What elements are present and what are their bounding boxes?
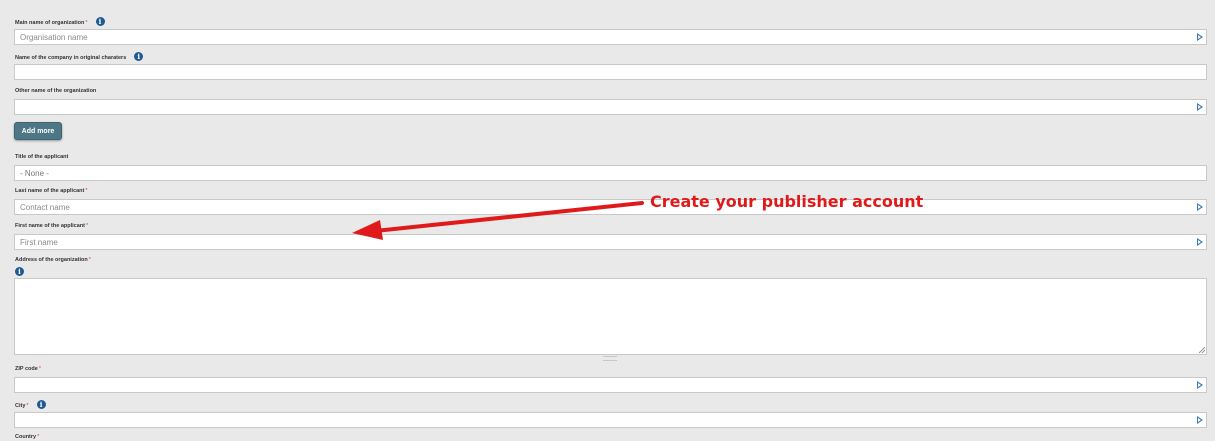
zip-label-text: ZIP code	[15, 366, 38, 372]
address-label-text: Address of the organization	[15, 257, 88, 263]
main-name-input[interactable]	[15, 30, 1190, 44]
original-name-label-text: Name of the company in original charater…	[15, 54, 127, 61]
required-mark: *	[38, 366, 41, 372]
last-name-label-text: Last name of the applicant	[15, 188, 85, 194]
required-mark: *	[26, 402, 29, 409]
last-name-input[interactable]	[15, 200, 1190, 214]
annotation-text: Create your publisher account	[650, 192, 924, 211]
city-input[interactable]	[15, 413, 1190, 427]
required-mark: *	[88, 257, 91, 263]
play-arrow-icon[interactable]	[1197, 33, 1203, 41]
country-label-text: Country	[15, 434, 37, 440]
info-icon[interactable]: i	[15, 267, 24, 276]
city-label: City* i	[15, 400, 46, 410]
city-label-text: City	[15, 402, 26, 409]
title-label: Title of the applicant	[15, 154, 68, 161]
title-label-text: Title of the applicant	[15, 154, 69, 160]
country-label: Country*	[15, 434, 39, 441]
first-name-label: First name of the applicant*	[15, 223, 88, 230]
last-name-label: Last name of the applicant*	[15, 188, 88, 195]
play-arrow-icon[interactable]	[1197, 416, 1203, 424]
required-mark: *	[85, 188, 88, 194]
first-name-label-text: First name of the applicant	[15, 223, 85, 229]
original-name-label: Name of the company in original charater…	[15, 52, 144, 62]
address-textarea[interactable]	[14, 278, 1207, 355]
required-mark: *	[37, 434, 40, 440]
title-select[interactable]: - None -	[14, 165, 1207, 181]
play-arrow-icon[interactable]	[1197, 203, 1203, 211]
add-more-button[interactable]: Add more	[14, 122, 62, 140]
other-name-input[interactable]	[15, 100, 1190, 114]
other-name-field[interactable]	[14, 99, 1207, 115]
first-name-input[interactable]	[15, 235, 1190, 249]
address-label: Address of the organization*	[15, 257, 91, 264]
info-icon[interactable]: i	[36, 400, 46, 409]
other-name-label-text: Other name of the organization	[15, 88, 97, 94]
zip-input[interactable]	[15, 378, 1190, 392]
city-field[interactable]	[14, 412, 1207, 428]
last-name-field[interactable]	[14, 199, 1207, 215]
zip-field[interactable]	[14, 377, 1207, 393]
first-name-field[interactable]	[14, 234, 1207, 250]
top-band	[0, 0, 1215, 8]
resize-grip-icon[interactable]	[1199, 347, 1205, 353]
required-mark: *	[85, 223, 89, 229]
main-name-label-text: Main name of organization	[15, 19, 85, 26]
play-arrow-icon[interactable]	[1197, 381, 1203, 389]
info-icon[interactable]: i	[95, 17, 105, 26]
original-name-field[interactable]	[14, 64, 1207, 80]
textarea-drag-handle[interactable]	[603, 356, 617, 361]
original-name-input[interactable]	[15, 65, 1190, 79]
play-arrow-icon[interactable]	[1197, 103, 1203, 111]
info-icon[interactable]: i	[134, 52, 144, 61]
other-name-label: Other name of the organization	[15, 88, 96, 95]
play-arrow-icon[interactable]	[1197, 238, 1203, 246]
main-name-field[interactable]	[14, 29, 1207, 45]
title-select-value: - None -	[20, 169, 49, 178]
zip-label: ZIP code*	[15, 366, 41, 373]
required-mark: *	[85, 19, 88, 26]
main-name-label: Main name of organization* i	[15, 17, 105, 27]
